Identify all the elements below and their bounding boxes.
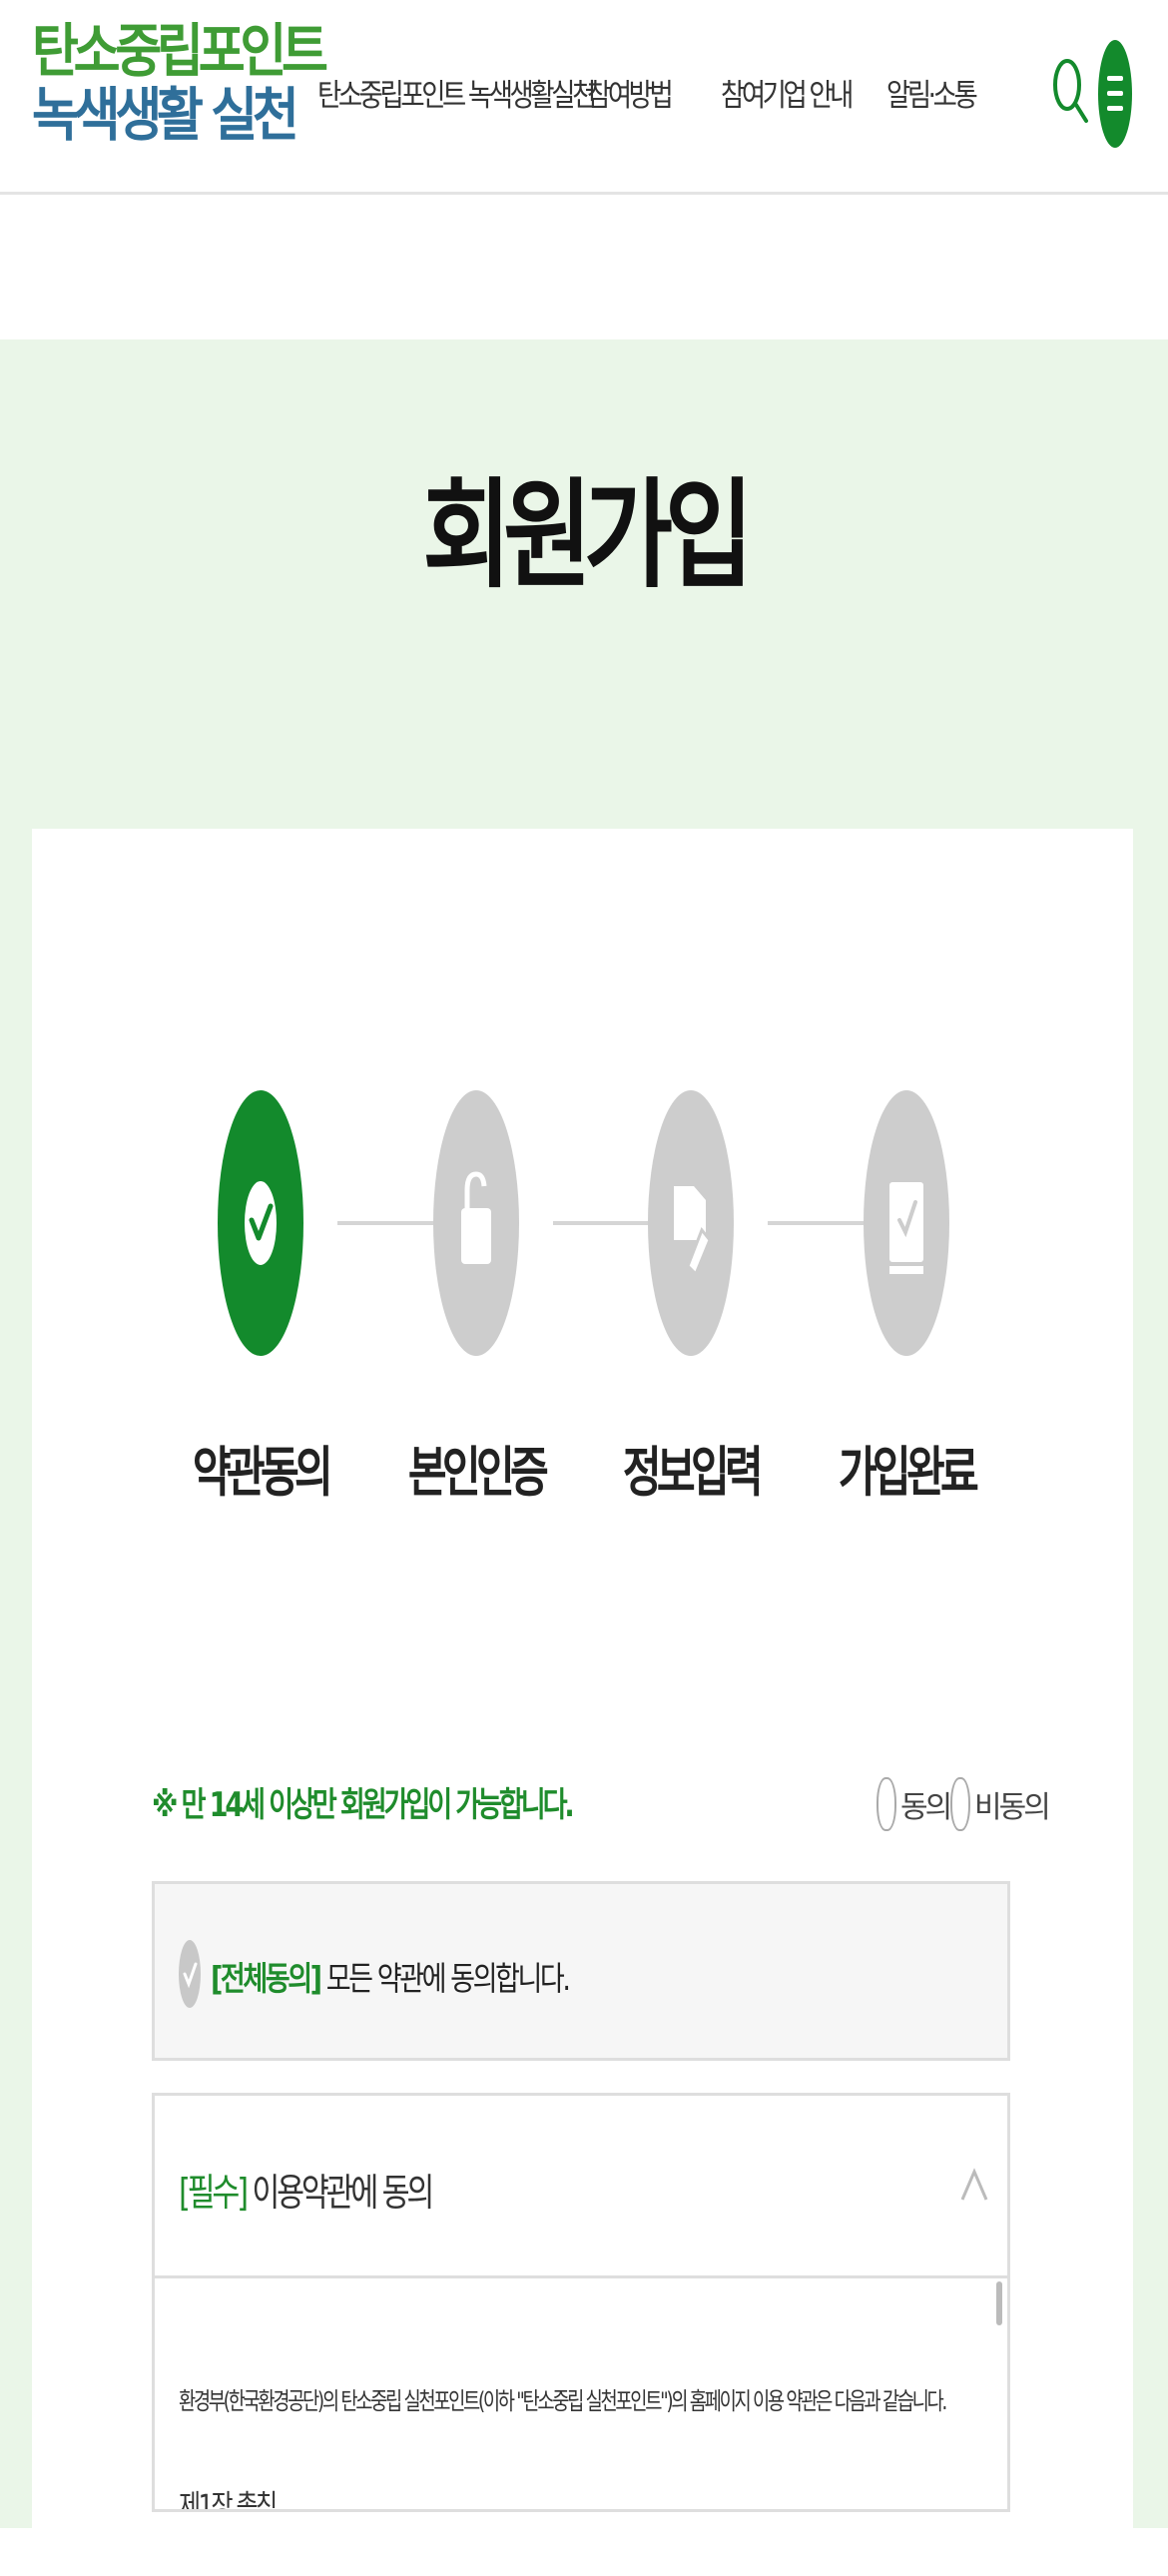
step-info-circle [648, 1090, 734, 1356]
radio-circle[interactable] [876, 1777, 896, 1831]
step-label-complete: 가입완료 [838, 1441, 979, 1504]
site-header: 탄소중립포인트 녹색생활 실천 탄소중립포인트 녹색생활실천 참여방법 참여기업… [0, 0, 1168, 195]
step-terms-circle [218, 1090, 303, 1356]
check-icon [245, 1181, 277, 1265]
content-area: 회원가입 약관동의 본인인증 정보입력 가입완료 ※ 만 14세 이상만 회원가… [0, 339, 1168, 2576]
terms-intro-text: 환경부(한국환경공단)의 탄소중립 실천포인트(이하 "탄소중립 실천포인트")… [179, 2387, 947, 2415]
disagree-radio-label: 비동의 [974, 1790, 1051, 1825]
nav-item-how-to-join[interactable]: 참여방법 [587, 70, 674, 115]
age-notice: ※ 만 14세 이상만 회원가입이 가능합니다. [152, 1785, 575, 1825]
clipboard-check-icon [889, 1182, 923, 1274]
agree-all-checkbox[interactable] [179, 1940, 201, 2008]
hamburger-menu-button[interactable] [1098, 40, 1132, 148]
step-complete-circle [864, 1090, 949, 1356]
agree-all-label: [전체동의] 모든 약관에 동의합니다. [211, 1952, 571, 2000]
nav-item-notice[interactable]: 알림·소통 [886, 70, 978, 115]
agree-all-box[interactable]: [전체동의] 모든 약관에 동의합니다. [152, 1881, 1010, 2061]
step-connector [553, 1221, 649, 1225]
page-title: 회원가입 [422, 466, 753, 604]
agree-radio[interactable]: 동의 [876, 1777, 952, 1831]
edit-icon [674, 1186, 712, 1277]
unlock-icon [461, 1171, 491, 1264]
nav-item-partner-companies[interactable]: 참여기업 안내 [721, 70, 854, 115]
step-label-verify: 본인인증 [407, 1441, 549, 1504]
step-connector [337, 1221, 433, 1225]
step-verify-circle [433, 1090, 519, 1356]
terms-of-use-panel: [필수] 이용약관에 동의 환경부(한국환경공단)의 탄소중립 실천포인트(이하… [152, 2093, 1010, 2512]
terms-chapter-title: 제1장 총칙 [179, 2489, 278, 2512]
step-label-info: 정보입력 [622, 1441, 764, 1504]
step-label-terms: 약관동의 [192, 1441, 333, 1504]
required-tag: [필수] [179, 2171, 249, 2215]
terms-of-use-header[interactable]: [필수] 이용약관에 동의 [155, 2096, 1007, 2278]
disagree-radio[interactable]: 비동의 [950, 1777, 1051, 1831]
agree-radio-label: 동의 [900, 1790, 952, 1825]
agree-all-tag: [전체동의] [211, 1959, 322, 1998]
terms-of-use-title: [필수] 이용약관에 동의 [179, 2162, 434, 2217]
chevron-up-icon[interactable] [959, 2166, 989, 2206]
agree-all-text: 모든 약관에 동의합니다. [319, 1959, 571, 1998]
search-button[interactable] [1050, 55, 1090, 125]
check-icon [183, 1962, 198, 1989]
main-nav: 탄소중립포인트 녹색생활실천 참여방법 참여기업 안내 알림·소통 [0, 70, 1168, 130]
search-icon [1053, 59, 1088, 123]
step-connector [768, 1221, 864, 1225]
terms-title-text: 이용약관에 동의 [245, 2171, 434, 2215]
nav-item-green-life[interactable]: 탄소중립포인트 녹색생활실천 [317, 70, 596, 115]
terms-scrollbar[interactable] [996, 2281, 1002, 2325]
radio-circle[interactable] [950, 1777, 970, 1831]
